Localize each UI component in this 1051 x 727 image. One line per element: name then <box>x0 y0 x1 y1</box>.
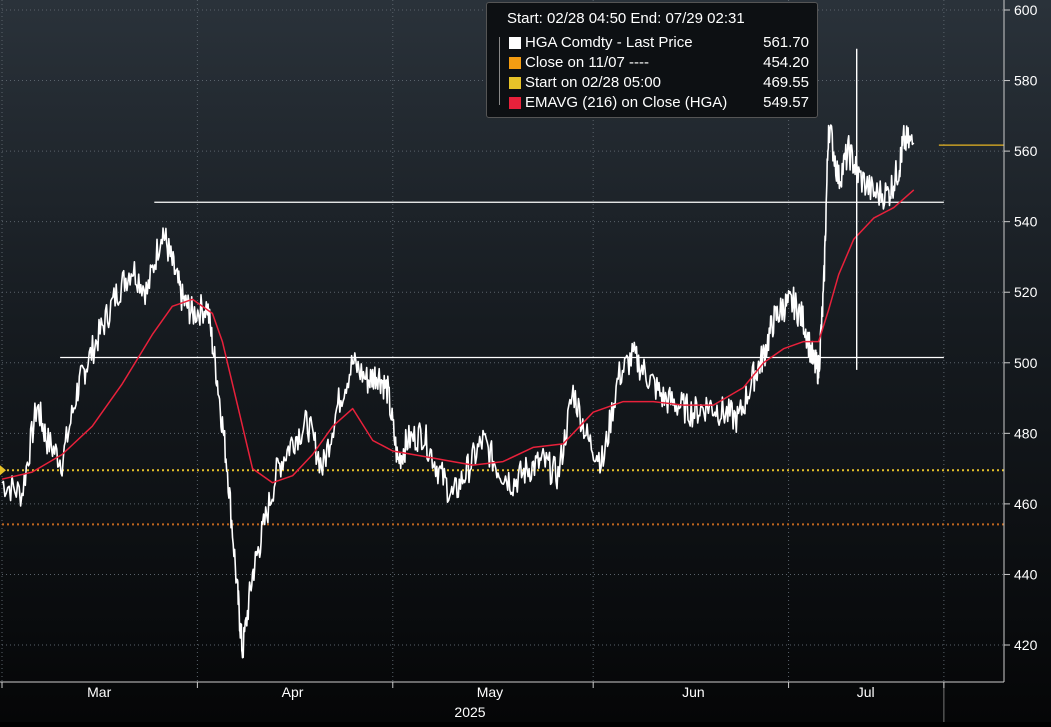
y-tick-label: 500 <box>1014 355 1038 371</box>
x-tick-label: Jun <box>682 684 705 700</box>
legend-label: Start on 02/28 05:00 <box>525 74 661 91</box>
legend-item-start[interactable]: Start on 02/28 05:00 469.55 <box>509 73 809 93</box>
legend-item-close[interactable]: Close on 11/07 ---- 454.20 <box>509 53 809 73</box>
x-tick-label: Apr <box>282 684 304 700</box>
legend-value: 549.57 <box>763 94 809 111</box>
y-tick-label: 520 <box>1014 284 1038 300</box>
y-tick-label: 460 <box>1014 496 1038 512</box>
legend-label: Close on 11/07 ---- <box>525 54 649 71</box>
legend-swatch <box>509 97 521 109</box>
x-tick-label: Mar <box>87 684 111 700</box>
y-tick-label: 560 <box>1014 143 1038 159</box>
legend-tree-line <box>499 37 508 105</box>
reference-lines <box>0 144 1004 526</box>
y-tick-label: 540 <box>1014 214 1038 230</box>
y-tick-label: 480 <box>1014 425 1038 441</box>
legend-item-emavg[interactable]: EMAVG (216) on Close (HGA) 549.57 <box>509 93 809 113</box>
legend-swatch <box>509 37 521 49</box>
legend-label: HGA Comdty - Last Price <box>525 34 693 51</box>
series-line-emavg <box>1 189 915 484</box>
chart-area: 420 440 460 480 500 520 540 560 580 600 Mar Apr May J… <box>0 0 1051 722</box>
legend-swatch <box>509 77 521 89</box>
legend-swatch <box>509 57 521 69</box>
y-tick-label: 580 <box>1014 73 1038 89</box>
x-axis-year-label: 2025 <box>454 704 485 720</box>
x-tick-label: Jul <box>857 684 875 700</box>
legend-value: 561.70 <box>763 34 809 51</box>
start-marker <box>0 465 6 476</box>
legend-panel[interactable]: Start: 02/28 04:50 End: 07/29 02:31 HGA … <box>486 2 818 118</box>
legend-value: 454.20 <box>763 54 809 71</box>
y-tick-label: 600 <box>1014 2 1038 18</box>
legend-item-last-price[interactable]: HGA Comdty - Last Price 561.70 <box>509 33 809 53</box>
x-tick-label: May <box>477 684 503 700</box>
legend-label: EMAVG (216) on Close (HGA) <box>525 94 728 111</box>
y-tick-label: 440 <box>1014 566 1038 582</box>
legend-value: 469.55 <box>763 74 809 91</box>
series-line-last-price <box>1 124 915 659</box>
y-tick-label: 420 <box>1014 637 1038 653</box>
series-layer <box>1 48 915 659</box>
legend-header: Start: 02/28 04:50 End: 07/29 02:31 <box>507 10 745 27</box>
